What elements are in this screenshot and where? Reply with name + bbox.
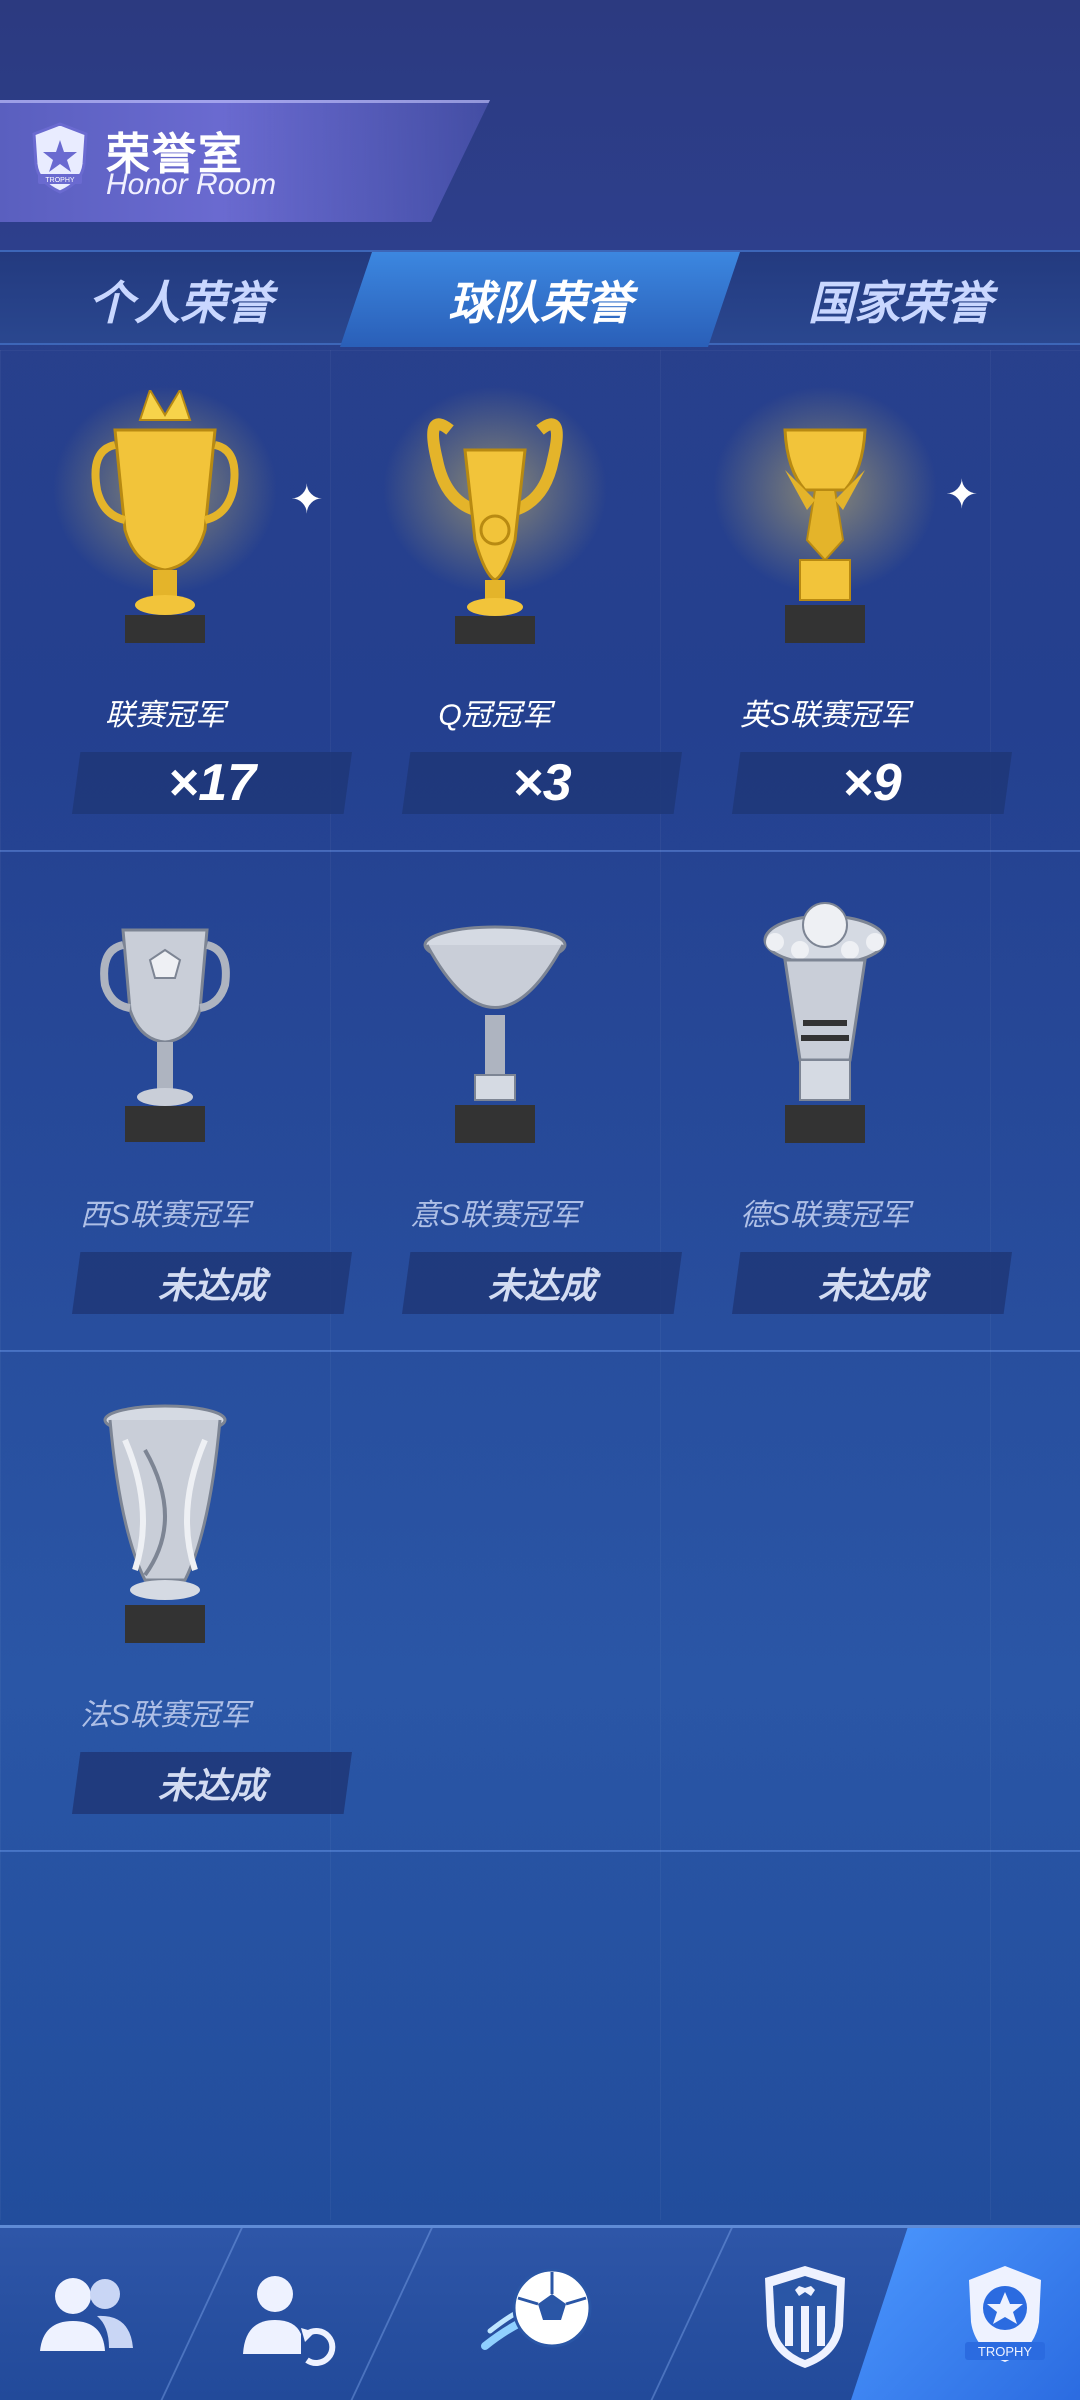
honor-tabs: 个人荣誉 球队荣誉 国家荣誉 [0, 250, 1080, 347]
sparkle-icon: ✦ [290, 478, 324, 522]
nav-match-button[interactable] [460, 2228, 620, 2400]
trophy-cell-german-league[interactable]: 德S联赛冠军 未达成 [660, 850, 1012, 1350]
trophy-badge-icon: TROPHY [965, 2265, 1045, 2362]
english-league-trophy-icon [783, 428, 867, 643]
nav-club-button[interactable] [745, 2228, 865, 2400]
german-league-trophy-icon [763, 902, 887, 1143]
club-badge-icon [765, 2265, 845, 2368]
trophy-emblem-icon: TROPHY [22, 120, 98, 196]
nav-divider [349, 2228, 433, 2400]
trophy-name: 法S联赛冠军 [79, 1699, 250, 1732]
trophy-status: 未达成 [72, 1752, 352, 1814]
trophy-cell-english-league[interactable]: ✦ 英S联赛冠军 ×9 [660, 350, 1012, 850]
q-cup-trophy-icon [427, 418, 563, 644]
trophy-count: ×17 [72, 752, 352, 814]
tab-team-honor[interactable]: 球队荣誉 [340, 252, 740, 347]
trophy-name: 联赛冠军 [105, 699, 225, 732]
page-subtitle: Honor Room [106, 168, 277, 201]
trophy-name: Q冠冠军 [438, 699, 552, 732]
nav-transfer-button[interactable] [215, 2228, 355, 2400]
svg-text:TROPHY: TROPHY [978, 2344, 1033, 2359]
french-league-trophy-icon [103, 1404, 227, 1643]
tab-personal-honor[interactable]: 个人荣誉 [0, 252, 360, 347]
league-trophy-icon [91, 390, 239, 643]
players-icon [40, 2277, 133, 2351]
sparkle-icon: ✦ [945, 473, 979, 517]
trophy-status: 未达成 [72, 1252, 352, 1314]
trophy-cell-spanish-league[interactable]: 西S联赛冠军 未达成 [0, 850, 352, 1350]
nav-divider [649, 2228, 733, 2400]
tab-national-honor[interactable]: 国家荣誉 [720, 252, 1080, 347]
trophy-count: ×9 [732, 752, 1012, 814]
trophy-status: 未达成 [402, 1252, 682, 1314]
trophy-cell-league[interactable]: ✦ 联赛冠军 ×17 [0, 350, 352, 850]
row-divider [0, 1850, 1080, 1852]
trophy-cell-italian-league[interactable]: 意S联赛冠军 未达成 [330, 850, 682, 1350]
trophy-cell-french-league[interactable]: 法S联赛冠军 未达成 [0, 1350, 352, 1850]
match-ball-icon [481, 2268, 592, 2350]
trophy-name: 英S联赛冠军 [739, 699, 910, 732]
trophy-name: 意S联赛冠军 [409, 1199, 580, 1232]
spanish-league-trophy-icon [100, 928, 230, 1142]
bottom-nav: TROPHY [0, 2225, 1080, 2400]
trophy-status: 未达成 [732, 1252, 1012, 1314]
trophy-name: 西S联赛冠军 [79, 1199, 250, 1232]
nav-players-button[interactable] [15, 2228, 155, 2400]
italian-league-trophy-icon [423, 925, 567, 1143]
nav-trophy-button[interactable]: TROPHY [935, 2228, 1075, 2400]
trophy-cell-q-cup[interactable]: Q冠冠军 ×3 [330, 350, 682, 850]
svg-text:TROPHY: TROPHY [45, 177, 75, 184]
trophy-name: 德S联赛冠军 [739, 1199, 910, 1232]
trophy-count: ×3 [402, 752, 682, 814]
transfer-icon [243, 2275, 336, 2366]
